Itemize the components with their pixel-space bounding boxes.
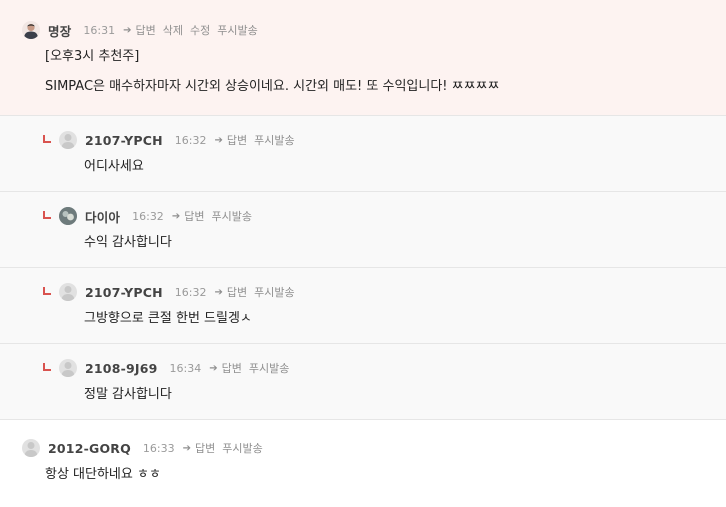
reply-corner-icon [43,363,51,371]
comment-body-line: [오후3시 추천주] [45,49,140,64]
reply-button[interactable]: ➔ 답변 [183,440,216,456]
push-send-button[interactable]: 푸시발송 [249,360,289,376]
reply-button[interactable]: ➔ 답변 [172,208,205,224]
comment-time: 16:32 [174,133,207,147]
reply-button[interactable]: ➔ 답변 [209,360,242,376]
comment-body: 정말 감사합니다 [84,387,172,402]
comment-header: 2107-YPCH 16:32 ➔ 답변 푸시발송 [43,283,302,301]
reply-corner-icon [43,211,51,219]
comment-body: 그방향으로 큰절 한번 드릴겡ㅅ [84,311,252,326]
push-send-button[interactable]: 푸시발송 [211,208,251,224]
reply-item: 2107-YPCH 16:32 ➔ 답변 푸시발송 어디사세요 [0,116,726,192]
comment-body: 수익 감사합니다 [84,235,172,250]
push-send-button[interactable]: 푸시발송 [217,22,257,38]
comment-item: 명장 16:31 ➔ 답변 삭제 수정 푸시발송 [오후3시 추천주] SIMPA… [0,0,726,116]
delete-button[interactable]: 삭제 [163,22,183,38]
reply-button[interactable]: ➔ 답변 [123,22,156,38]
author-name[interactable]: 2108-9J69 [85,361,158,376]
author-name[interactable]: 다이아 [85,207,120,226]
comment-body-line: SIMPAC은 매수하자마자 시간외 상승이네요. 시간외 매도! 또 수익입니… [45,79,500,94]
user-silhouette-icon[interactable] [59,131,77,149]
comment-header: 2108-9J69 16:34 ➔ 답변 푸시발송 [43,359,296,377]
reply-item: 2107-YPCH 16:32 ➔ 답변 푸시발송 그방향으로 큰절 한번 드릴겡… [0,268,726,344]
comment-header: 2107-YPCH 16:32 ➔ 답변 푸시발송 [43,131,302,149]
reply-item: 다이아 16:32 ➔ 답변 푸시발송 수익 감사합니다 [0,192,726,268]
author-avatar[interactable] [22,21,40,39]
edit-button[interactable]: 수정 [190,22,210,38]
comment-time: 16:34 [169,361,202,375]
arrow-right-icon: ➔ [214,286,223,298]
arrow-right-icon: ➔ [209,362,218,374]
push-send-button[interactable]: 푸시발송 [254,132,294,148]
comment-time: 16:33 [142,441,175,455]
comment-body: 어디사세요 [84,159,144,174]
arrow-right-icon: ➔ [171,210,181,222]
comment-header: 명장 16:31 ➔ 답변 삭제 수정 푸시발송 [22,21,265,39]
comment-time: 16:31 [83,23,116,37]
arrow-right-icon: ➔ [123,24,132,36]
comment-item: 2012-GORQ 16:33 ➔ 답변 푸시발송 항상 대단하네요 ㅎㅎ [0,420,726,507]
reply-corner-icon [43,287,51,295]
user-silhouette-icon[interactable] [59,359,77,377]
comment-header: 2012-GORQ 16:33 ➔ 답변 푸시발송 [22,439,270,457]
comment-time: 16:32 [132,209,164,223]
reply-item: 2108-9J69 16:34 ➔ 답변 푸시발송 정말 감사합니다 [0,344,726,420]
push-send-button[interactable]: 푸시발송 [254,284,294,300]
reply-button[interactable]: ➔ 답변 [215,132,248,148]
reply-button[interactable]: ➔ 답변 [215,284,248,300]
arrow-right-icon: ➔ [214,134,223,146]
author-avatar[interactable] [59,207,77,225]
user-silhouette-icon[interactable] [22,439,40,457]
author-name[interactable]: 명장 [48,21,71,40]
user-silhouette-icon[interactable] [59,283,77,301]
push-send-button[interactable]: 푸시발송 [222,440,262,456]
author-name[interactable]: 2012-GORQ [48,441,131,456]
reply-corner-icon [43,135,51,143]
comment-header: 다이아 16:32 ➔ 답변 푸시발송 [43,207,259,225]
comment-body: 항상 대단하네요 ㅎㅎ [45,467,161,482]
comment-time: 16:32 [174,285,207,299]
comment-thread: 명장 16:31 ➔ 답변 삭제 수정 푸시발송 [오후3시 추천주] SIMPA… [0,0,726,507]
arrow-right-icon: ➔ [182,442,192,454]
author-name[interactable]: 2107-YPCH [85,133,163,148]
author-name[interactable]: 2107-YPCH [85,285,163,300]
